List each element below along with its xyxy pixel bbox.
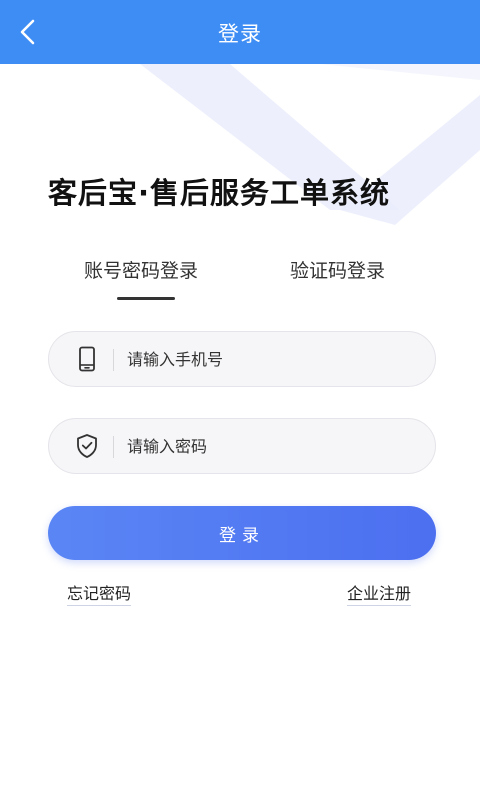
phone-input[interactable]: [127, 332, 417, 386]
app-header: 登录: [0, 0, 480, 64]
password-input[interactable]: [127, 419, 417, 473]
login-button[interactable]: 登录: [48, 506, 436, 560]
forgot-password-link[interactable]: 忘记密码: [67, 580, 132, 606]
phone-field: [48, 331, 436, 387]
active-tab-indicator: [117, 297, 175, 300]
background-decoration: [140, 64, 480, 225]
header-title: 登录: [218, 22, 262, 46]
tab-code-login[interactable]: 验证码登录: [290, 256, 385, 283]
tab-password-login[interactable]: 账号密码登录: [84, 256, 198, 283]
field-divider: [113, 349, 114, 371]
shield-check-icon: [74, 433, 100, 459]
phone-icon: [74, 346, 100, 372]
password-field: [48, 418, 436, 474]
field-divider: [113, 436, 114, 458]
app-title: 客后宝·售后服务工单系统: [48, 176, 391, 210]
enterprise-register-link[interactable]: 企业注册: [347, 580, 412, 606]
